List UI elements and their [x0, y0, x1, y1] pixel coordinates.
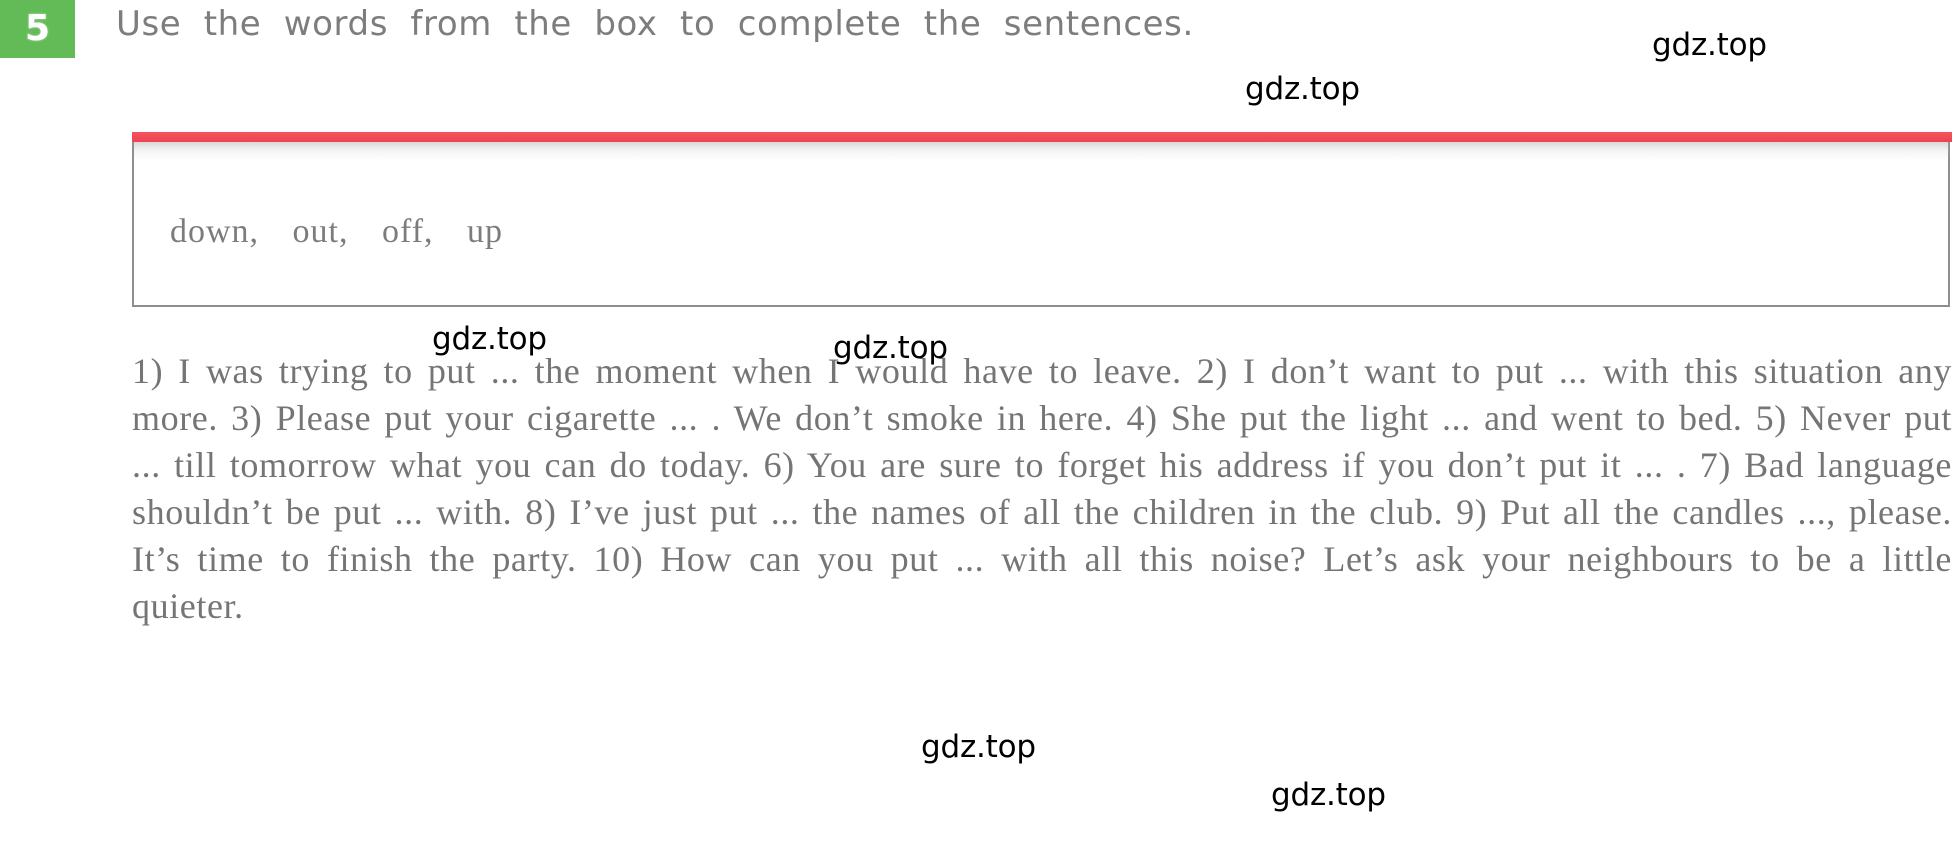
word-bank-accent-bar	[132, 132, 1952, 142]
exercise-number-label: 5	[24, 8, 51, 49]
task-instruction-heading: Use the words from the box to complete t…	[116, 4, 1194, 44]
watermark: gdz.top	[833, 330, 948, 366]
watermark: gdz.top	[432, 321, 547, 357]
watermark: gdz.top	[1245, 71, 1360, 107]
watermark: gdz.top	[1652, 27, 1767, 63]
exercise-sentences: 1) I was trying to put ... the moment wh…	[132, 351, 1952, 626]
watermark: gdz.top	[921, 729, 1036, 765]
word-bank-words: down, out, off, up	[170, 213, 504, 250]
watermark: gdz.top	[1271, 777, 1386, 813]
worksheet-page: 5 Use the words from the box to complete…	[0, 0, 1955, 859]
exercise-number-badge: 5	[0, 0, 75, 58]
